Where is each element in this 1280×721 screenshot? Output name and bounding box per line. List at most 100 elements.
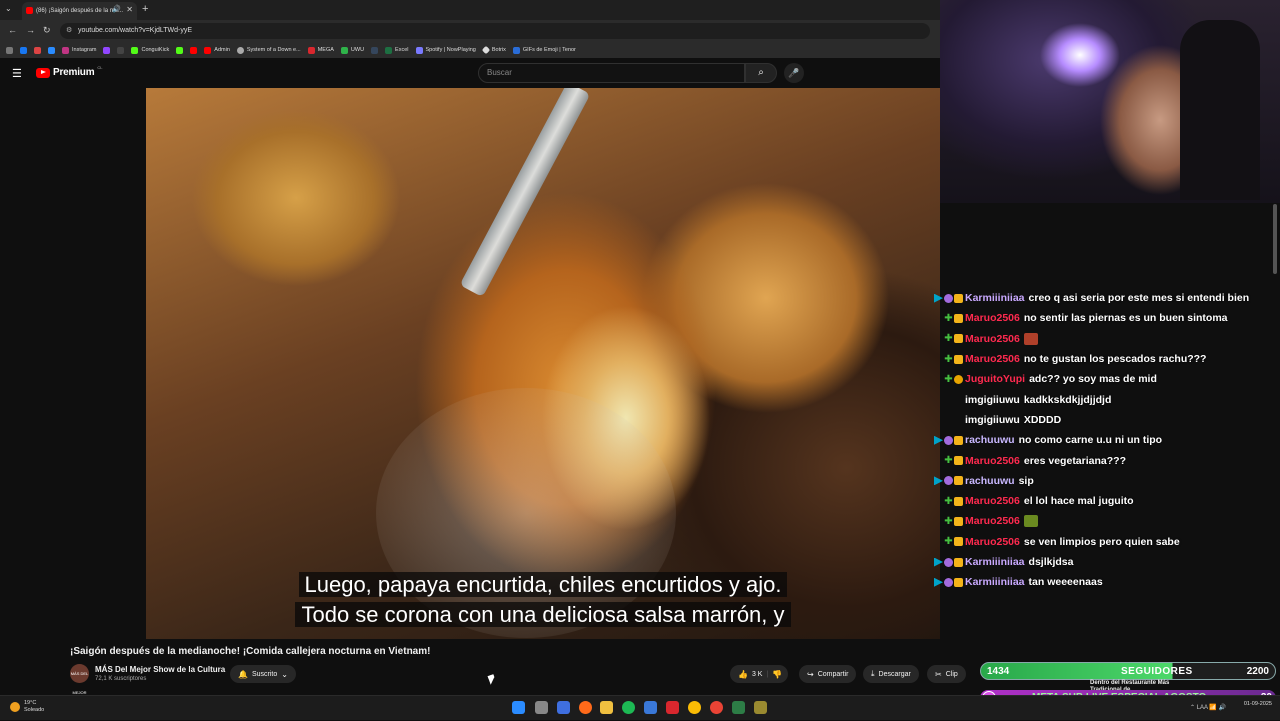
tumblr-bookmark[interactable]: [371, 46, 379, 54]
store-icon[interactable]: [644, 701, 657, 714]
chat-text: no sentir las piernas es un buen sintoma: [1023, 312, 1228, 325]
chat-username[interactable]: Maruo2506: [965, 353, 1020, 365]
youtube-icon: [204, 46, 212, 54]
chat-message: rachuuwu sip: [928, 471, 1268, 491]
chat-username[interactable]: rachuuwu: [965, 475, 1015, 487]
weather-widget[interactable]: 19°C Soleado: [10, 700, 44, 714]
browser-tab-active[interactable]: (86) ¡Saigón después de la me... 🔊 ✕: [22, 2, 137, 20]
firefox-icon[interactable]: [579, 701, 592, 714]
gold-badge-icon: [954, 537, 963, 547]
purple-badge-icon: [944, 435, 953, 445]
clock[interactable]: 01-09-2025: [1244, 701, 1272, 708]
channel-avatar[interactable]: MÁS DEL MEJOR SHOW: [70, 664, 89, 714]
task-view-icon[interactable]: [535, 701, 548, 714]
chrome-alt-icon[interactable]: [710, 701, 723, 714]
chat-message: ✚ Maruo2506: [928, 329, 1268, 349]
apps-icon[interactable]: [6, 46, 13, 54]
site-info-icon[interactable]: ⚙: [66, 23, 72, 39]
chat-username[interactable]: Karmiiiniiaa: [965, 556, 1025, 568]
green-badge-icon: ✚: [944, 373, 953, 385]
chat-username[interactable]: Maruo2506: [965, 455, 1020, 467]
start-icon[interactable]: [512, 701, 525, 714]
youtube-logo[interactable]: Premium CL: [36, 65, 103, 78]
bookmark-conguikick[interactable]: ConguiKick: [131, 46, 169, 54]
channel-name[interactable]: MÁS Del Mejor Show de la Cultura: [95, 665, 225, 674]
tab-search-icon[interactable]: ⌄: [5, 4, 12, 13]
bookmark-tenor[interactable]: GIFs de Emoji | Tenor: [512, 46, 576, 54]
forward-icon[interactable]: →: [26, 25, 35, 35]
thumbs-down-icon[interactable]: 👎: [772, 670, 782, 679]
new-tab-icon[interactable]: +: [142, 3, 148, 15]
voice-search-button[interactable]: 🎤: [784, 63, 804, 83]
reload-icon[interactable]: ↻: [43, 25, 51, 36]
youtube-bookmark[interactable]: [190, 46, 198, 54]
chat-badges: ✚: [928, 334, 963, 344]
globe-icon: [236, 46, 244, 54]
excel-taskbar-icon[interactable]: [732, 701, 745, 714]
subscribed-button[interactable]: 🔔 Suscrito ⌄: [230, 665, 296, 683]
sheet-icon: [340, 46, 348, 54]
mega-icon: [307, 46, 315, 54]
botrix-icon: [481, 45, 491, 55]
chat-message: Karmiiiniiaa creo q asi seria por este me…: [928, 288, 1268, 308]
tab-title: (86) ¡Saigón después de la me...: [36, 8, 124, 14]
messenger-bookmark[interactable]: [48, 46, 55, 54]
close-tab-icon[interactable]: ✕: [126, 5, 133, 14]
back-icon[interactable]: ←: [8, 25, 17, 35]
chat-badges: [928, 476, 963, 486]
scrollbar[interactable]: [1273, 204, 1277, 274]
speaker-icon[interactable]: 🔊: [112, 5, 121, 13]
file-explorer-icon[interactable]: [600, 701, 613, 714]
kick-bookmark[interactable]: [176, 46, 184, 54]
temperature: 19°C: [24, 700, 37, 706]
chat-username[interactable]: rachuuwu: [965, 434, 1015, 446]
green-badge-icon: ✚: [944, 515, 953, 527]
app-red-icon[interactable]: [666, 701, 679, 714]
cyan-badge-icon: [934, 476, 943, 486]
search-input[interactable]: Buscar: [478, 63, 745, 83]
chat-username[interactable]: JuguitoYupi: [965, 373, 1025, 385]
video-player[interactable]: Luego, papaya encurtida, chiles encurtid…: [146, 88, 940, 639]
bookmark-excel[interactable]: Excel: [385, 46, 409, 54]
chat-username[interactable]: Karmiiiniiaa: [965, 576, 1025, 588]
gold-badge-icon: [954, 456, 963, 466]
chat-username[interactable]: Maruo2506: [965, 312, 1020, 324]
bookmark-system-of-a-down[interactable]: System of a Down e...: [236, 46, 301, 54]
bookmark-botrix[interactable]: Botrix: [481, 45, 506, 55]
app-olive-icon[interactable]: [754, 701, 767, 714]
chat-username[interactable]: Maruo2506: [965, 333, 1020, 345]
gmail-bookmark[interactable]: [34, 46, 41, 54]
url-field[interactable]: ⚙ youtube.com/watch?v=KjdLTWd-yyE: [60, 23, 930, 39]
chat-username[interactable]: Maruo2506: [965, 515, 1020, 527]
share-button[interactable]: ↪ Compartir: [799, 665, 857, 683]
bookmark-label: Excel: [395, 47, 409, 53]
chat-badges: ✚: [928, 456, 963, 466]
twitch-bookmark[interactable]: [103, 46, 111, 54]
clip-button[interactable]: ✂ Clip: [927, 665, 966, 683]
like-button[interactable]: 👍 3 K | 👎: [730, 665, 789, 683]
spotify-icon[interactable]: [622, 701, 635, 714]
search-button[interactable]: ⌕: [745, 63, 777, 83]
gold-badge-icon: [954, 577, 963, 587]
chrome-icon[interactable]: [688, 701, 701, 714]
followers-goal-bar: 1434 SEGUIDORES 2200: [980, 662, 1276, 680]
download-button[interactable]: ⤓ Descargar: [863, 665, 919, 683]
bookmark-spotify[interactable]: Spotify | NowPlaying: [415, 46, 476, 54]
chat-username[interactable]: Maruo2506: [965, 495, 1020, 507]
chat-badges: ✚: [928, 496, 963, 506]
bookmark-admin[interactable]: Admin: [204, 46, 230, 54]
chat-message: imgigiiuwu XDDDD: [928, 410, 1268, 430]
chat-username[interactable]: Maruo2506: [965, 536, 1020, 548]
blank-bookmark[interactable]: [117, 46, 125, 54]
chat-username[interactable]: Karmiiiniiaa: [965, 292, 1025, 304]
chat-username[interactable]: imgigiiuwu: [965, 394, 1020, 406]
copilot-icon[interactable]: [557, 701, 570, 714]
menu-icon[interactable]: ☰: [12, 67, 22, 80]
bookmark-uwu[interactable]: UWU: [340, 46, 364, 54]
chat-badges: [928, 577, 963, 587]
system-tray[interactable]: ⌃ LAA 📶 🔊: [1190, 704, 1226, 711]
bookmark-mega[interactable]: MEGA: [307, 46, 334, 54]
bookmark-instagram[interactable]: Instagram: [62, 46, 96, 54]
facebook-bookmark[interactable]: [20, 46, 27, 54]
chat-username[interactable]: imgigiiuwu: [965, 414, 1020, 426]
